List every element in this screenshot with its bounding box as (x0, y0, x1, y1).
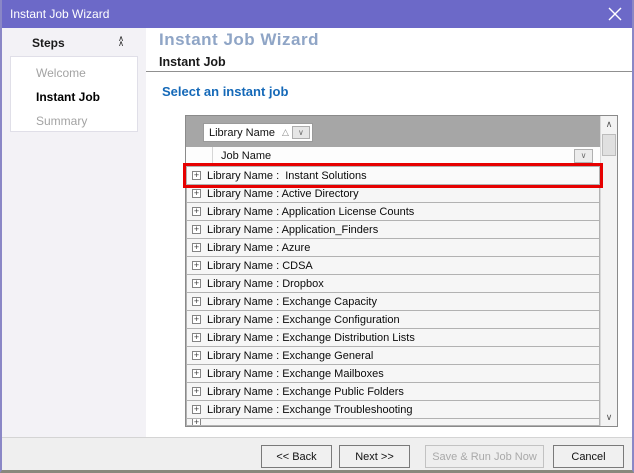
jobs-grid: Library Name △ ∨ Job Name ∨ + Library Nam… (185, 115, 618, 427)
grid-row-label: Library Name : Exchange Mailboxes (207, 367, 384, 380)
footer-bar: << Back Next >> Save & Run Job Now Cance… (2, 437, 632, 470)
filter-dropdown-icon[interactable]: ∨ (574, 149, 593, 163)
steps-sidebar: Steps ∧ ∧ Welcome Instant Job Summary (2, 28, 146, 437)
grid-group-row[interactable]: + Library Name : CDSA (186, 256, 600, 275)
expand-plus-icon[interactable]: + (192, 189, 201, 198)
grid-group-row[interactable]: + Library Name : Exchange Public Folders (186, 382, 600, 401)
grid-group-row[interactable]: + Library Name : Exchange General (186, 346, 600, 365)
section-label: Select an instant job (162, 84, 289, 99)
column-header-row: Job Name ∨ (186, 147, 600, 166)
scrollbar-thumb[interactable] (602, 134, 616, 156)
sidebar-item-summary[interactable]: Summary (11, 109, 137, 133)
grid-row-label: Library Name : Exchange Troubleshooting (207, 403, 413, 416)
header-divider (146, 71, 632, 72)
grid-group-row[interactable]: + Library Name : Instant Solutions (186, 166, 600, 185)
expand-plus-icon[interactable]: + (192, 419, 201, 425)
expand-plus-icon[interactable]: + (192, 297, 201, 306)
job-name-column-header[interactable]: Job Name (221, 150, 271, 162)
steps-header: Steps ∧ ∧ (2, 28, 146, 56)
expand-plus-icon[interactable]: + (192, 387, 201, 396)
expand-plus-icon[interactable]: + (192, 225, 201, 234)
grid-group-row[interactable]: + Library Name : Exchange Distribution Li… (186, 328, 600, 347)
grid-group-row[interactable]: + Library Name : Azure (186, 238, 600, 257)
next-button[interactable]: Next >> (339, 445, 410, 468)
close-icon[interactable] (608, 7, 622, 21)
grid-row-label: Library Name : Application_Finders (207, 223, 379, 236)
wizard-dialog: Instant Job Wizard Steps ∧ ∧ Welcome Inst… (0, 0, 634, 473)
scroll-up-icon[interactable]: ∧ (601, 116, 617, 133)
collapse-chevrons-icon[interactable]: ∧ ∧ (116, 35, 126, 48)
grid-row-label: Library Name : Active Directory (207, 187, 359, 200)
main-content: Instant Job Wizard Instant Job Select an… (146, 28, 632, 437)
expand-plus-icon[interactable]: + (192, 315, 201, 324)
titlebar: Instant Job Wizard (2, 0, 632, 28)
expand-plus-icon[interactable]: + (192, 369, 201, 378)
grid-row-label: Library Name : Exchange Capacity (207, 295, 377, 308)
grid-group-row[interactable]: + Library Name : Application License Coun… (186, 202, 600, 221)
expand-plus-icon[interactable]: + (192, 207, 201, 216)
expander-column-stub (186, 147, 213, 165)
cancel-button[interactable]: Cancel (553, 445, 624, 468)
sidebar-item-instant-job[interactable]: Instant Job (11, 85, 137, 109)
grid-row-label: Library Name : CDSA (207, 259, 313, 272)
expand-plus-icon[interactable]: + (192, 351, 201, 360)
grid-group-row[interactable]: + Library Name : Exchange Configuration (186, 310, 600, 329)
expand-plus-icon[interactable]: + (192, 405, 201, 414)
grid-row-label: Library Name : Exchange Public Folders (207, 385, 404, 398)
group-chip-label: Library Name (209, 126, 276, 139)
expand-plus-icon[interactable]: + (192, 171, 201, 180)
window-title: Instant Job Wizard (10, 7, 110, 21)
expand-plus-icon[interactable]: + (192, 243, 201, 252)
steps-panel: Welcome Instant Job Summary (10, 56, 138, 132)
grid-group-row[interactable]: + Library Name : Active Directory (186, 184, 600, 203)
group-chip-library-name[interactable]: Library Name △ ∨ (203, 123, 313, 142)
grid-group-row[interactable]: + (186, 418, 600, 426)
grid-row-label: Library Name : Instant Solutions (207, 169, 367, 182)
expand-plus-icon[interactable]: + (192, 261, 201, 270)
sort-ascending-icon: △ (282, 127, 289, 137)
grid-row-label: Library Name : Azure (207, 241, 311, 254)
vertical-scrollbar[interactable]: ∧ ∨ (600, 116, 617, 426)
grid-row-label: Library Name : Exchange Distribution Lis… (207, 331, 415, 344)
save-run-job-button: Save & Run Job Now (425, 445, 544, 468)
grid-group-row[interactable]: + Library Name : Exchange Capacity (186, 292, 600, 311)
grid-row-label: Library Name : Exchange General (207, 349, 374, 362)
grid-row-label: Library Name : Exchange Configuration (207, 313, 400, 326)
grid-rows: + Library Name : Instant Solutions + Librar… (186, 166, 600, 426)
grid-group-row[interactable]: + Library Name : Dropbox (186, 274, 600, 293)
expand-plus-icon[interactable]: + (192, 279, 201, 288)
scroll-down-icon[interactable]: ∨ (601, 409, 617, 426)
group-chip-dropdown-icon[interactable]: ∨ (291, 126, 310, 139)
expand-plus-icon[interactable]: + (192, 333, 201, 342)
grid-row-label: Library Name : Application License Count… (207, 205, 415, 218)
grid-group-row[interactable]: + Library Name : Exchange Troubleshooting (186, 400, 600, 419)
group-by-band: Library Name △ ∨ (186, 116, 617, 147)
grid-row-label: Library Name : Dropbox (207, 277, 324, 290)
page-subtitle: Instant Job (159, 55, 226, 69)
grid-group-row[interactable]: + Library Name : Application_Finders (186, 220, 600, 239)
grid-group-row[interactable]: + Library Name : Exchange Mailboxes (186, 364, 600, 383)
back-button[interactable]: << Back (261, 445, 332, 468)
steps-header-label: Steps (32, 36, 65, 50)
sidebar-item-welcome[interactable]: Welcome (11, 61, 137, 85)
page-title: Instant Job Wizard (159, 30, 319, 49)
